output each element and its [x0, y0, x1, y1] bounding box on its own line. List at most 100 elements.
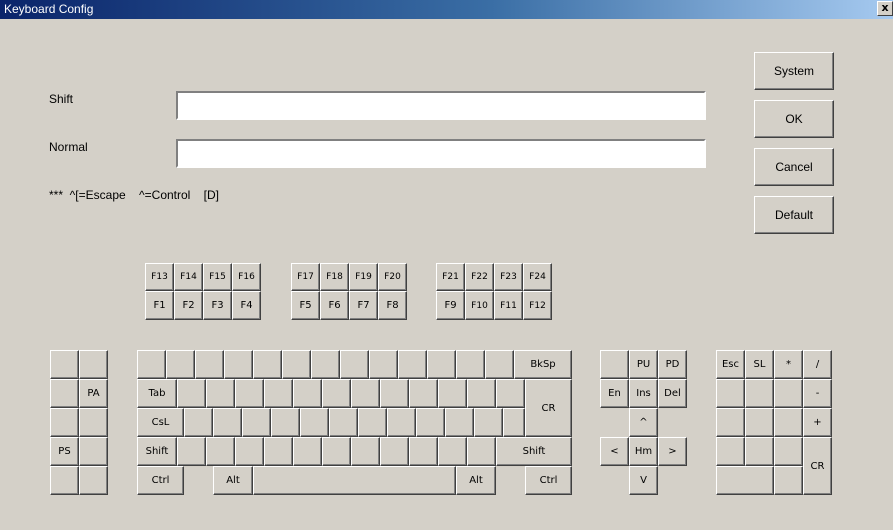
main-key[interactable] [206, 379, 235, 408]
key-f9[interactable]: F9 [436, 291, 465, 320]
main-key[interactable] [351, 379, 380, 408]
key-shift-left[interactable]: Shift [137, 437, 177, 466]
main-key[interactable] [496, 379, 525, 408]
key-ps[interactable]: PS [50, 437, 79, 466]
key-f21[interactable]: F21 [436, 263, 465, 291]
main-key[interactable] [177, 379, 206, 408]
key-tab[interactable]: Tab [137, 379, 177, 408]
main-key[interactable] [235, 379, 264, 408]
main-key[interactable] [503, 408, 525, 437]
main-key[interactable] [177, 437, 206, 466]
main-key[interactable] [409, 379, 438, 408]
system-button[interactable]: System [754, 52, 834, 90]
key-end[interactable]: En [600, 379, 629, 408]
main-key[interactable] [438, 379, 467, 408]
main-key[interactable] [195, 350, 224, 379]
left-key[interactable] [50, 350, 79, 379]
shift-field[interactable] [176, 91, 706, 120]
main-key[interactable] [351, 437, 380, 466]
close-button[interactable]: x [877, 1, 893, 16]
key-f15[interactable]: F15 [203, 263, 232, 291]
main-key[interactable] [213, 408, 242, 437]
key-alt-right[interactable]: Alt [456, 466, 496, 495]
key-f12[interactable]: F12 [523, 291, 552, 320]
main-key[interactable] [467, 379, 496, 408]
nav-key[interactable] [600, 350, 629, 379]
main-key[interactable] [456, 350, 485, 379]
key-numpad-multiply[interactable]: * [774, 350, 803, 379]
main-key[interactable] [445, 408, 474, 437]
main-key[interactable] [427, 350, 456, 379]
main-key[interactable] [184, 408, 213, 437]
numpad-key[interactable] [716, 408, 745, 437]
key-f16[interactable]: F16 [232, 263, 261, 291]
main-key[interactable] [409, 437, 438, 466]
numpad-key[interactable] [716, 466, 774, 495]
key-f19[interactable]: F19 [349, 263, 378, 291]
key-backspace[interactable]: BkSp [514, 350, 572, 379]
main-key[interactable] [253, 350, 282, 379]
key-arrow-left[interactable]: < [600, 437, 629, 466]
key-ctrl-right[interactable]: Ctrl [525, 466, 572, 495]
key-enter[interactable]: CR [525, 379, 572, 437]
key-numpad-enter[interactable]: CR [803, 437, 832, 495]
cancel-button[interactable]: Cancel [754, 148, 834, 186]
left-key[interactable] [50, 408, 79, 437]
main-key[interactable] [387, 408, 416, 437]
key-page-up[interactable]: PU [629, 350, 658, 379]
numpad-key[interactable] [774, 408, 803, 437]
key-f22[interactable]: F22 [465, 263, 494, 291]
numpad-key[interactable] [774, 466, 803, 495]
numpad-key[interactable] [716, 437, 745, 466]
key-alt-left[interactable]: Alt [213, 466, 253, 495]
key-f10[interactable]: F10 [465, 291, 494, 320]
key-f2[interactable]: F2 [174, 291, 203, 320]
left-key[interactable] [79, 408, 108, 437]
main-key[interactable] [166, 350, 195, 379]
main-key[interactable] [322, 437, 351, 466]
key-arrow-up[interactable]: ^ [629, 408, 658, 437]
key-arrow-right[interactable]: > [658, 437, 687, 466]
key-arrow-down[interactable]: V [629, 466, 658, 495]
key-f17[interactable]: F17 [291, 263, 320, 291]
key-shift-right[interactable]: Shift [496, 437, 572, 466]
main-key[interactable] [311, 350, 340, 379]
normal-field[interactable] [176, 139, 706, 168]
main-key[interactable] [438, 437, 467, 466]
main-key[interactable] [380, 379, 409, 408]
key-pa[interactable]: PA [79, 379, 108, 408]
key-f5[interactable]: F5 [291, 291, 320, 320]
default-button[interactable]: Default [754, 196, 834, 234]
left-key[interactable] [50, 466, 79, 495]
key-page-down[interactable]: PD [658, 350, 687, 379]
key-f24[interactable]: F24 [523, 263, 552, 291]
key-f11[interactable]: F11 [494, 291, 523, 320]
key-f14[interactable]: F14 [174, 263, 203, 291]
key-esc[interactable]: Esc [716, 350, 745, 379]
key-scroll-lock[interactable]: SL [745, 350, 774, 379]
key-f20[interactable]: F20 [378, 263, 407, 291]
main-key[interactable] [474, 408, 503, 437]
numpad-key[interactable] [716, 379, 745, 408]
key-f8[interactable]: F8 [378, 291, 407, 320]
shift-input[interactable] [178, 93, 704, 118]
main-key[interactable] [282, 350, 311, 379]
key-numpad-divide[interactable]: / [803, 350, 832, 379]
numpad-key[interactable] [745, 379, 774, 408]
numpad-key[interactable] [745, 437, 774, 466]
left-key[interactable] [50, 379, 79, 408]
main-key[interactable] [467, 437, 496, 466]
key-capslock[interactable]: CsL [137, 408, 184, 437]
left-key[interactable] [79, 437, 108, 466]
key-f18[interactable]: F18 [320, 263, 349, 291]
key-delete[interactable]: Del [658, 379, 687, 408]
normal-input[interactable] [178, 141, 704, 166]
main-key[interactable] [300, 408, 329, 437]
main-key[interactable] [416, 408, 445, 437]
key-f7[interactable]: F7 [349, 291, 378, 320]
main-key[interactable] [235, 437, 264, 466]
main-key[interactable] [398, 350, 427, 379]
left-key[interactable] [79, 466, 108, 495]
main-key[interactable] [380, 437, 409, 466]
main-key[interactable] [340, 350, 369, 379]
